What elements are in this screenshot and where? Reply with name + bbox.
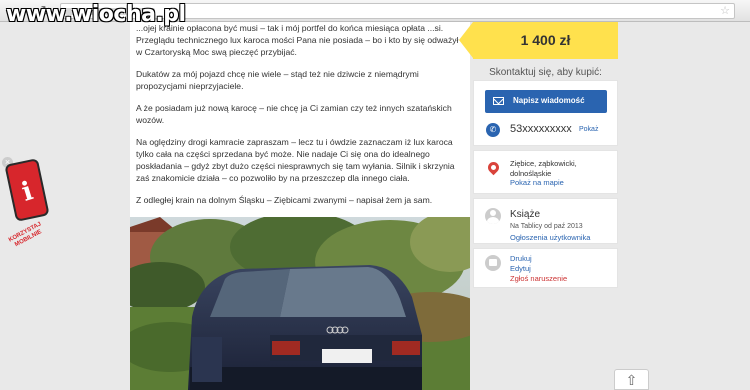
description-paragraph: Na oględziny drogi kamracie zapraszam – … [136,137,455,183]
show-phone-link[interactable]: Pokaż [579,126,598,133]
mobile-app-widget[interactable]: × i KORZYSTAJ MOBILNIE [0,155,55,260]
listing-description: ...ojej krainie opłacona być musi – tak … [136,22,466,216]
user-avatar-icon [485,208,501,224]
send-message-label: Napisz wiadomość [513,96,585,105]
print-link[interactable]: Drukuj [510,254,532,263]
description-paragraph: A że posiadam już nową karocę – nie chcę… [136,103,452,125]
report-link[interactable]: Zgłoś naruszenie [510,274,567,283]
description-paragraph: Dukatów za mój pojazd chcę nie wiele – s… [136,69,419,91]
user-name: Książe [510,209,541,220]
phone-icon: ✆ [486,123,500,137]
sidebar: 1 400 zł Skontaktuj się, aby kupić: Napi… [459,22,618,390]
price: 1 400 zł [520,32,571,48]
contact-title: Skontaktuj się, aby kupić: [489,67,602,78]
location-text: Ziębice, ząbkowicki, dolnośląskie [510,159,577,178]
envelope-icon [493,97,504,105]
bookmark-star-icon[interactable]: ☆ [720,4,730,17]
mobile-phone-icon: i [4,158,50,222]
phone-number: 53xxxxxxxxx [510,123,572,135]
show-on-map-link[interactable]: Pokaż na mapie [510,178,564,187]
user-ads-link[interactable]: Ogłoszenia użytkownika [510,233,590,242]
mobile-label: KORZYSTAJ MOBILNIE [7,221,43,249]
send-message-button[interactable]: Napisz wiadomość [485,90,607,113]
print-icon [485,255,501,271]
info-glyph: i [18,176,37,208]
car-photo[interactable] [130,217,470,390]
description-paragraph: ...ojej krainie opłacona być musi – tak … [136,23,459,57]
chevron-up-icon[interactable]: ⇧ [614,369,649,390]
user-since: Na Tablicy od paź 2013 [510,223,583,230]
watermark-logo: www.wiocha.pl [6,2,186,27]
listing-content: ...ojej krainie opłacona być musi – tak … [130,22,470,390]
edit-link[interactable]: Edytuj [510,264,531,273]
price-badge: 1 400 zł [459,22,618,59]
car-photo-illustration [130,217,470,390]
description-paragraph: Z odległej krain na dolnym Śląsku – Zięb… [136,195,433,205]
